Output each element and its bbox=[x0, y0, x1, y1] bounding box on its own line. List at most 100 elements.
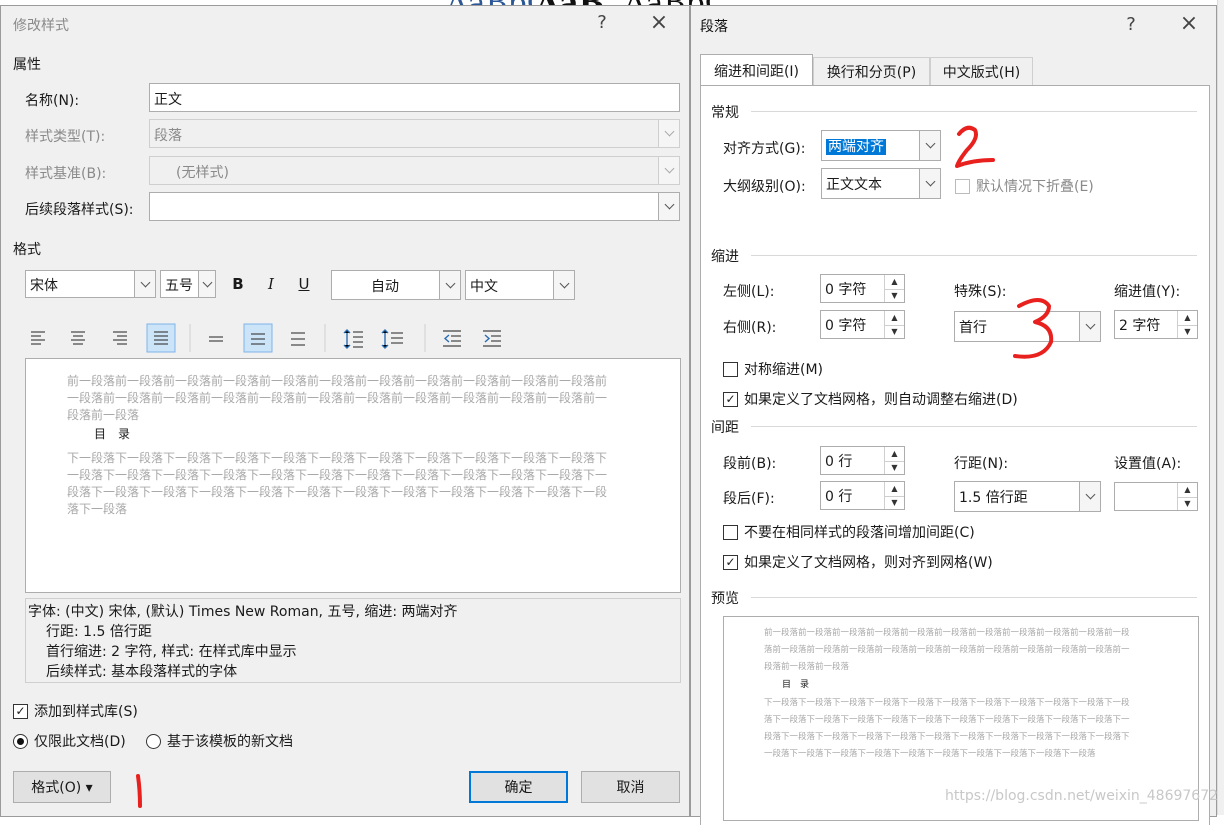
cancel-button[interactable]: 取消 bbox=[581, 771, 680, 803]
preview-next-paragraph: 下一段落下一段落下一段落下一段落下一段落下一段落下一段落下一段落下一段落下一段落… bbox=[764, 698, 1130, 759]
font-color-select[interactable]: 自动 bbox=[331, 270, 461, 300]
outline-level-select[interactable]: 正文文本 bbox=[821, 168, 941, 199]
alignment-select[interactable]: 两端对齐 bbox=[821, 130, 941, 161]
underline-button[interactable]: U bbox=[291, 271, 317, 297]
font-size-select[interactable]: 五号 bbox=[160, 270, 216, 298]
spin-buttons[interactable]: ▲ ▼ bbox=[884, 275, 904, 302]
style-preview: 前一段落前一段落前一段落前一段落前一段落前一段落前一段落前一段落前一段落前一段落… bbox=[25, 358, 681, 593]
name-input[interactable]: 正文 bbox=[149, 83, 680, 112]
chevron-down-icon bbox=[553, 271, 574, 299]
spacing-at-spinner[interactable]: ▲ ▼ bbox=[1114, 482, 1198, 511]
dialog-title: 段落 bbox=[700, 19, 728, 35]
double-spacing-button[interactable] bbox=[284, 324, 312, 352]
left-indent-spinner[interactable]: 0 字符 ▲ ▼ bbox=[820, 274, 905, 303]
checkbox-checked[interactable]: ✓ bbox=[723, 391, 738, 407]
font-select[interactable]: 宋体 bbox=[25, 270, 156, 298]
space-after-value: 0 行 bbox=[825, 489, 853, 505]
help-button[interactable]: ? bbox=[590, 12, 614, 33]
add-to-gallery-option[interactable]: ✓ 添加到样式库(S) bbox=[13, 701, 138, 721]
indent-by-spinner[interactable]: 2 字符 ▲ ▼ bbox=[1114, 310, 1198, 339]
preview-sample-text: 目 录 bbox=[94, 427, 131, 441]
line-spacing-select[interactable]: 1.5 倍行距 bbox=[954, 481, 1101, 512]
align-center-button[interactable] bbox=[65, 324, 93, 352]
space-before-spinner[interactable]: 0 行 ▲ ▼ bbox=[820, 446, 905, 475]
mirror-indents-option[interactable]: 对称缩进(M) bbox=[723, 359, 823, 379]
align-left-button[interactable] bbox=[25, 324, 53, 352]
one-half-spacing-button[interactable] bbox=[244, 324, 272, 352]
spin-buttons[interactable]: ▲ ▼ bbox=[884, 482, 904, 509]
no-space-same-style-option[interactable]: 不要在相同样式的段落间增加间距(C) bbox=[723, 522, 975, 542]
properties-heading: 属性 bbox=[13, 57, 41, 73]
spin-buttons[interactable]: ▲ ▼ bbox=[884, 447, 904, 474]
spin-buttons[interactable]: ▲ ▼ bbox=[1177, 311, 1197, 338]
chevron-down-icon bbox=[198, 271, 215, 297]
italic-button[interactable]: I bbox=[258, 271, 284, 297]
style-based-select[interactable]: (无样式) bbox=[149, 156, 680, 185]
increase-indent-button[interactable] bbox=[477, 324, 507, 352]
preview-heading: 预览 bbox=[711, 591, 739, 607]
tab-indents-spacing[interactable]: 缩进和间距(I) bbox=[700, 54, 813, 86]
general-heading: 常规 bbox=[711, 105, 739, 121]
checkbox-unchecked[interactable] bbox=[955, 178, 970, 194]
style-description: 字体: (中文) 宋体, (默认) Times New Roman, 五号, 缩… bbox=[25, 598, 681, 683]
style-based-label: 样式基准(B): bbox=[25, 166, 107, 182]
snap-to-grid-option[interactable]: ✓ 如果定义了文档网格，则对齐到网格(W) bbox=[723, 552, 993, 572]
right-indent-label: 右侧(R): bbox=[723, 320, 777, 336]
decrease-paragraph-spacing-button[interactable] bbox=[377, 324, 407, 352]
close-button[interactable]: × bbox=[647, 10, 671, 35]
checkbox-checked[interactable]: ✓ bbox=[723, 554, 738, 570]
radio-unselected[interactable] bbox=[146, 733, 161, 749]
spin-buttons[interactable]: ▲ ▼ bbox=[1177, 483, 1197, 510]
spacing-heading: 间距 bbox=[711, 420, 739, 436]
alignment-label: 对齐方式(G): bbox=[723, 141, 806, 157]
only-this-document-label: 仅限此文档(D) bbox=[34, 734, 126, 750]
format-menu-button[interactable]: 格式(O) ▾ bbox=[13, 771, 111, 803]
chevron-down-icon bbox=[134, 271, 155, 297]
checkbox-checked[interactable]: ✓ bbox=[13, 703, 28, 719]
bold-button[interactable]: B bbox=[225, 271, 251, 297]
checkbox-unchecked[interactable] bbox=[723, 524, 738, 540]
auto-adjust-indent-option[interactable]: ✓ 如果定义了文档网格，则自动调整右缩进(D) bbox=[723, 389, 1018, 409]
single-spacing-button[interactable] bbox=[202, 324, 230, 352]
annotation-number-3 bbox=[1013, 298, 1054, 359]
background-scrollbar[interactable] bbox=[1217, 0, 1224, 815]
add-to-gallery-label: 添加到样式库(S) bbox=[34, 704, 138, 720]
indent-by-value: 2 字符 bbox=[1119, 318, 1161, 334]
align-right-button[interactable] bbox=[107, 324, 135, 352]
chevron-down-icon bbox=[658, 157, 679, 184]
only-this-document-option[interactable]: 仅限此文档(D) bbox=[13, 731, 126, 751]
special-indent-label: 特殊(S): bbox=[954, 284, 1007, 300]
checkbox-unchecked[interactable] bbox=[723, 361, 738, 377]
space-before-value: 0 行 bbox=[825, 454, 853, 470]
justify-button[interactable] bbox=[147, 324, 175, 352]
line-spacing-value: 1.5 倍行距 bbox=[959, 490, 1028, 506]
spacing-at-label: 设置值(A): bbox=[1114, 456, 1182, 472]
special-indent-value: 首行 bbox=[959, 320, 987, 336]
left-indent-value: 0 字符 bbox=[825, 282, 867, 298]
next-style-select[interactable] bbox=[149, 192, 680, 221]
right-indent-spinner[interactable]: 0 字符 ▲ ▼ bbox=[820, 310, 905, 339]
mirror-indents-label: 对称缩进(M) bbox=[744, 362, 824, 378]
new-documents-option[interactable]: 基于该模板的新文档 bbox=[146, 731, 293, 751]
spin-buttons[interactable]: ▲ ▼ bbox=[884, 311, 904, 338]
close-button[interactable]: × bbox=[1177, 11, 1201, 36]
chevron-down-icon bbox=[658, 120, 679, 147]
help-button[interactable]: ? bbox=[1119, 14, 1143, 35]
tab-asian-typography[interactable]: 中文版式(H) bbox=[930, 57, 1033, 86]
left-indent-label: 左侧(L): bbox=[723, 284, 775, 300]
collapse-default-option[interactable]: 默认情况下折叠(E) bbox=[955, 176, 1094, 196]
language-select[interactable]: 中文 bbox=[465, 270, 575, 300]
tab-line-page-breaks[interactable]: 换行和分页(P) bbox=[813, 57, 930, 86]
decrease-indent-button[interactable] bbox=[437, 324, 467, 352]
ok-button[interactable]: 确定 bbox=[469, 771, 568, 803]
chevron-down-icon bbox=[919, 131, 940, 160]
space-after-spinner[interactable]: 0 行 ▲ ▼ bbox=[820, 481, 905, 510]
radio-selected[interactable] bbox=[13, 733, 28, 749]
increase-paragraph-spacing-button[interactable] bbox=[339, 324, 369, 352]
description-line: 首行缩进: 2 字符, 样式: 在样式库中显示 bbox=[46, 644, 297, 660]
indentation-heading: 缩进 bbox=[711, 249, 739, 265]
collapse-default-label: 默认情况下折叠(E) bbox=[976, 179, 1094, 195]
style-type-select[interactable]: 段落 bbox=[149, 119, 680, 148]
no-space-same-style-label: 不要在相同样式的段落间增加间距(C) bbox=[744, 525, 975, 541]
paragraph-toolbar bbox=[25, 320, 685, 354]
